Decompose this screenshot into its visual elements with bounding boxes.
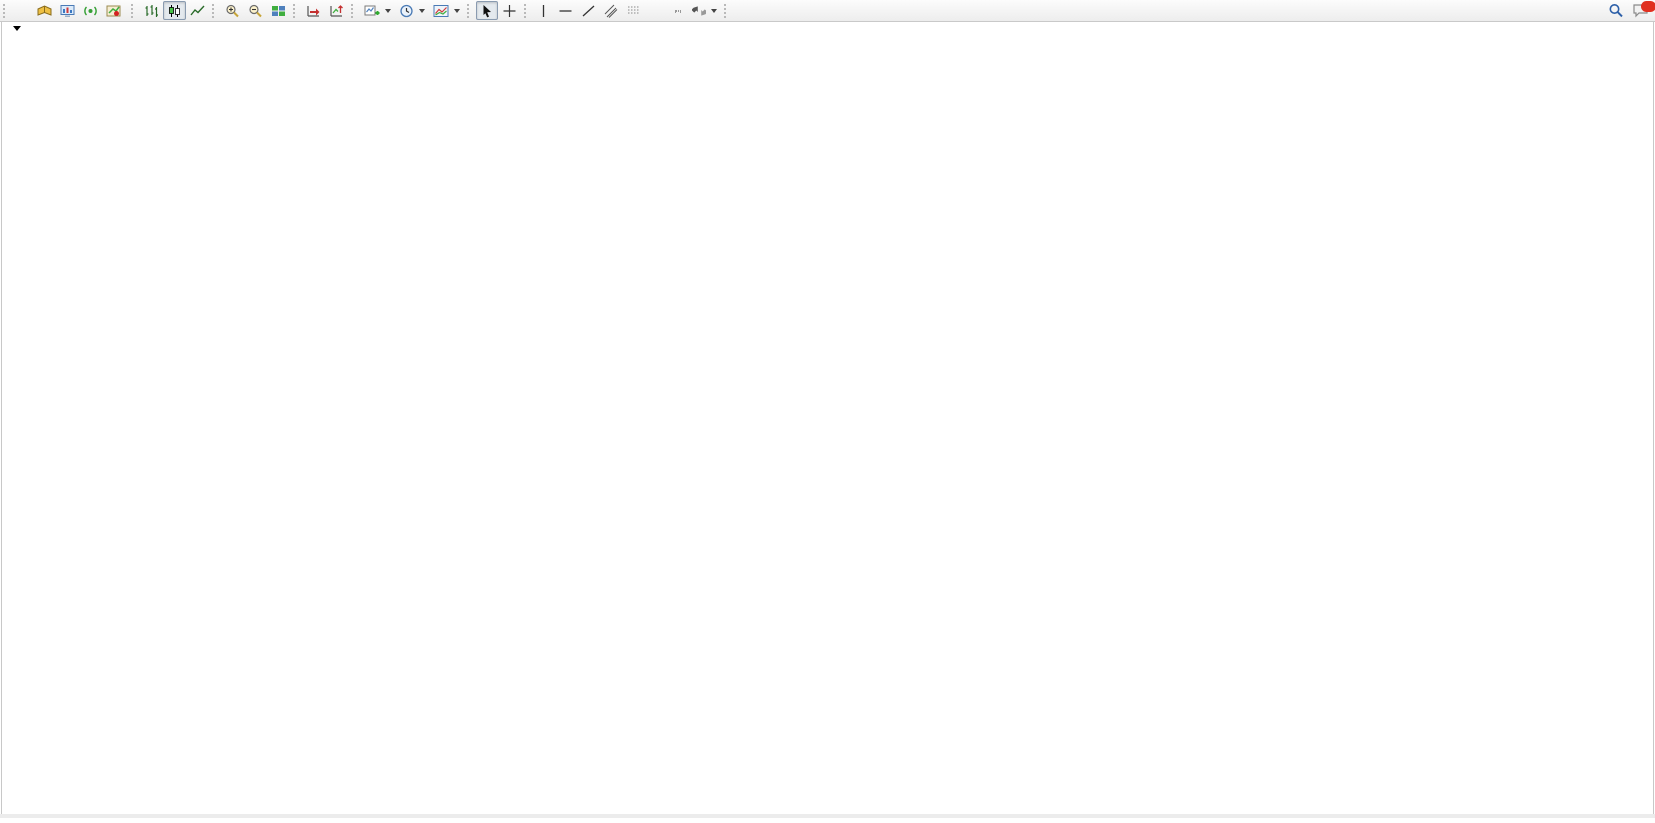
order-book-button[interactable]	[33, 1, 56, 20]
zoom-in-button[interactable]	[221, 1, 244, 20]
template-icon	[433, 4, 449, 18]
chevron-down-icon	[711, 9, 717, 13]
zoom-out-button[interactable]	[244, 1, 267, 20]
ohlc-bars-button[interactable]	[140, 1, 163, 20]
auto-trading-button[interactable]	[102, 1, 128, 20]
new-chart-button[interactable]	[360, 1, 395, 20]
group-separator	[467, 4, 472, 18]
ohlc-bars-icon	[144, 4, 159, 18]
market-watch-icon	[60, 4, 75, 18]
cursor-icon	[480, 4, 494, 18]
trendline-button[interactable]	[577, 1, 600, 20]
tile-windows-button[interactable]	[267, 1, 290, 20]
candlestick-chart-button[interactable]	[163, 1, 186, 20]
auto-scroll-icon	[306, 4, 321, 18]
period-button[interactable]	[395, 1, 429, 20]
label-icon	[675, 10, 681, 12]
group-separator	[293, 4, 298, 18]
period-clock-icon	[399, 4, 414, 18]
auto-trading-icon	[106, 4, 121, 18]
group-separator	[724, 4, 729, 18]
line-chart-icon	[190, 4, 205, 18]
channel-icon	[604, 4, 618, 18]
fibo-icon	[627, 4, 641, 18]
equidistant-channel-button[interactable]	[600, 1, 623, 20]
text-label-button[interactable]	[667, 1, 688, 20]
zoom-in-icon	[225, 4, 240, 18]
fibonacci-button[interactable]	[623, 1, 646, 20]
vertical-line-button[interactable]	[533, 1, 554, 20]
candlestick-icon	[167, 4, 182, 18]
group-separator	[524, 4, 529, 18]
signals-button[interactable]	[79, 1, 102, 20]
trendline-icon	[581, 4, 596, 18]
group-separator	[212, 4, 217, 18]
chart-window[interactable]	[0, 0, 1655, 818]
auto-scroll-button[interactable]	[302, 1, 325, 20]
new-chart-icon	[364, 4, 380, 18]
crosshair-button[interactable]	[498, 1, 521, 20]
chart-shift-button[interactable]	[325, 1, 348, 20]
chart-canvas[interactable]	[0, 0, 1655, 818]
signals-icon	[83, 4, 98, 18]
cursor-button[interactable]	[476, 1, 498, 20]
new-order-button[interactable]	[12, 1, 33, 20]
window-left-edge	[1, 22, 2, 818]
vline-icon	[537, 4, 550, 18]
toolbar-grip	[3, 4, 8, 18]
notification-badge	[1641, 1, 1655, 12]
chevron-down-icon	[419, 9, 425, 13]
chat-button[interactable]	[1632, 3, 1649, 18]
text-button[interactable]	[646, 1, 667, 20]
toolbar	[0, 0, 1655, 22]
shapes-arrow-icon	[692, 4, 706, 18]
chevron-down-icon	[454, 9, 460, 13]
line-chart-button[interactable]	[186, 1, 209, 20]
template-button[interactable]	[429, 1, 464, 20]
window-right-edge	[1653, 22, 1654, 818]
tile-windows-icon	[271, 4, 286, 18]
search-icon[interactable]	[1608, 3, 1624, 18]
shapes-button[interactable]	[688, 1, 721, 20]
market-watch-button[interactable]	[56, 1, 79, 20]
group-separator	[131, 4, 136, 18]
hline-icon	[558, 4, 573, 18]
toolbar-right	[1608, 0, 1649, 21]
order-book-icon	[37, 4, 52, 18]
group-separator	[351, 4, 356, 18]
zoom-out-icon	[248, 4, 263, 18]
chevron-down-icon	[385, 9, 391, 13]
crosshair-icon	[502, 4, 517, 18]
chart-dropdown-icon[interactable]	[13, 26, 21, 31]
window-bottom-edge	[0, 814, 1655, 818]
chart-shift-icon	[329, 4, 344, 18]
horizontal-line-button[interactable]	[554, 1, 577, 20]
chart-title-bar[interactable]	[13, 26, 31, 31]
